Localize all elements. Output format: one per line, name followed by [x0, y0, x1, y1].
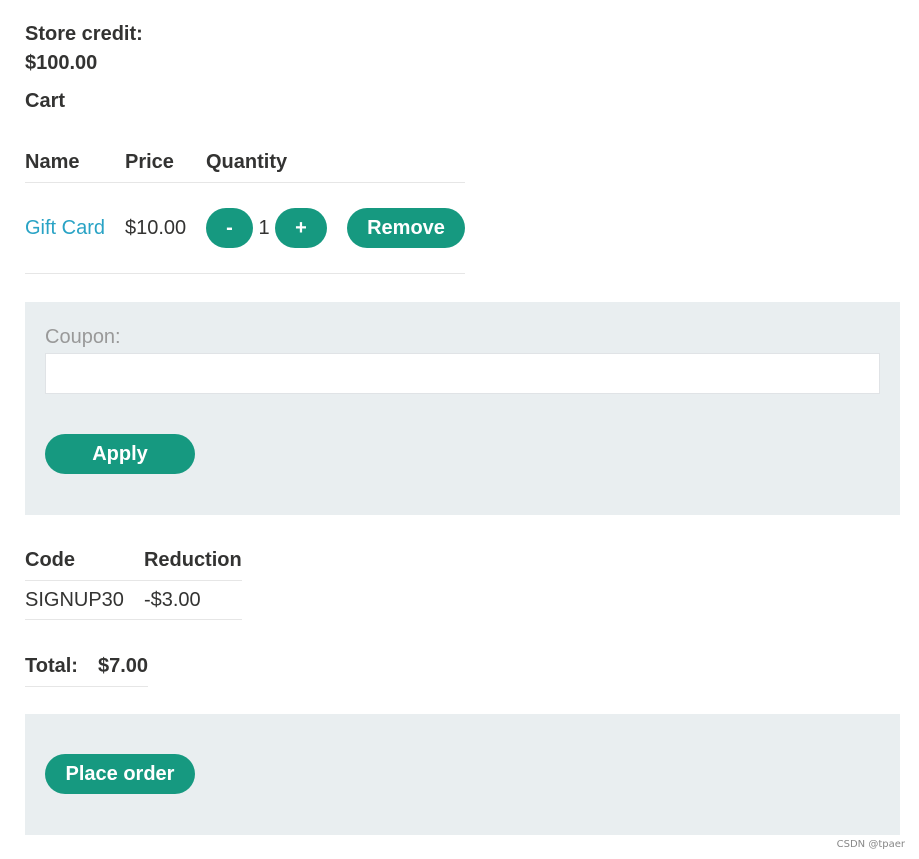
- coupon-code: SIGNUP30: [25, 580, 144, 620]
- quantity-cell: -1 + Remove: [206, 182, 465, 274]
- product-price: $10.00: [125, 182, 206, 274]
- place-order-panel: Place order: [25, 714, 900, 835]
- column-name: Name: [25, 142, 125, 183]
- cart-row: Gift Card $10.00 -1 + Remove: [25, 182, 465, 274]
- apply-button[interactable]: Apply: [45, 434, 195, 474]
- product-link[interactable]: Gift Card: [25, 217, 105, 239]
- codes-header-row: Code Reduction: [25, 540, 242, 581]
- total-row: Total: $7.00: [25, 646, 149, 687]
- column-price: Price: [125, 142, 206, 183]
- total-table: Total: $7.00: [25, 646, 149, 687]
- total-label: Total:: [25, 646, 98, 687]
- cart-table: Name Price Quantity Gift Card $10.00 -1 +…: [25, 142, 465, 274]
- coupon-input[interactable]: [45, 353, 880, 394]
- column-quantity: Quantity: [206, 142, 465, 183]
- column-reduction: Reduction: [143, 540, 242, 581]
- watermark: CSDN @tpaer: [836, 839, 905, 850]
- remove-button[interactable]: Remove: [347, 208, 465, 248]
- increase-quantity-button[interactable]: +: [275, 208, 327, 248]
- coupon-codes-table: Code Reduction SIGNUP30 -$3.00: [25, 540, 242, 620]
- coupon-reduction: -$3.00: [143, 580, 242, 620]
- coupon-panel: Coupon: Apply: [25, 302, 900, 515]
- decrease-quantity-button[interactable]: -: [206, 208, 253, 248]
- cart-heading: Cart: [25, 90, 66, 112]
- store-credit-value: $100.00: [25, 52, 98, 74]
- place-order-button[interactable]: Place order: [45, 754, 195, 794]
- coupon-label: Coupon:: [45, 326, 121, 348]
- code-row: SIGNUP30 -$3.00: [25, 580, 242, 620]
- quantity-value: 1: [258, 216, 270, 239]
- column-code: Code: [25, 540, 144, 581]
- total-value: $7.00: [97, 646, 149, 687]
- store-credit-label: Store credit:: [25, 23, 143, 45]
- store-credit: Store credit: $100.00: [25, 20, 143, 78]
- cart-header-row: Name Price Quantity: [25, 142, 465, 183]
